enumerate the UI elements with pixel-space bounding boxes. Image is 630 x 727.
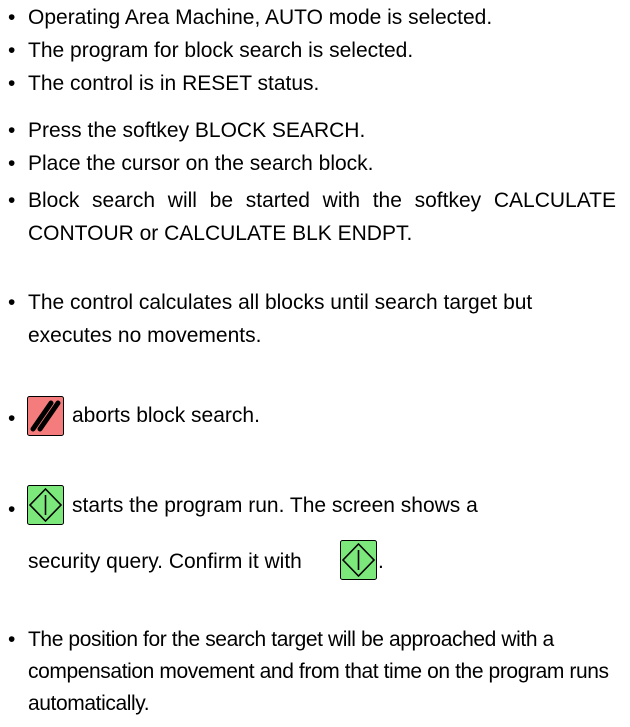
step-text: Press the softkey BLOCK SEARCH. [28, 119, 366, 142]
step-text: Place the cursor on the search block. [28, 152, 374, 175]
bullet: • [8, 407, 16, 430]
bullet: • [8, 498, 16, 521]
start-key-text-line1: starts the program run. The screen shows… [72, 494, 478, 517]
start-key-item: • starts the program run. The screen sho… [8, 485, 616, 595]
cycle-start-icon [27, 485, 64, 525]
reset-key-text: aborts block search. [72, 404, 260, 427]
final-step-item: • The position for the search target wil… [8, 624, 616, 720]
bullet: • [8, 189, 16, 212]
reset-slash-icon [27, 396, 64, 436]
document-page: { "bullet_char": "•", "colors": { "reset… [0, 0, 630, 727]
prerequisite-item: • The control is in RESET status. [8, 71, 616, 96]
prerequisite-item: • Operating Area Machine, AUTO mode is s… [8, 5, 616, 30]
bullet: • [8, 119, 16, 142]
bullet: • [8, 152, 16, 175]
step-item: • Place the cursor on the search block. [8, 151, 616, 176]
step-item: • Block search will be started with the … [8, 184, 616, 250]
start-key-text-line2: security query. Confirm it with [28, 550, 302, 573]
prerequisite-text: The control is in RESET status. [28, 72, 320, 95]
bullet: • [8, 39, 16, 62]
bullet: • [8, 291, 16, 314]
final-step-text: The position for the search target will … [28, 628, 609, 715]
bullet: • [8, 72, 16, 95]
step-item: • The control calculates all blocks unti… [8, 286, 616, 352]
reset-key-item: • aborts block search. [8, 396, 616, 436]
prerequisite-item: • The program for block search is select… [8, 38, 616, 63]
bullet: • [8, 6, 16, 29]
step-text: Block search will be started with the so… [28, 189, 616, 245]
prerequisite-text: Operating Area Machine, AUTO mode is sel… [28, 6, 493, 29]
cycle-start-icon [340, 540, 377, 580]
period: . [378, 550, 384, 573]
bullet: • [8, 628, 15, 651]
prerequisite-text: The program for block search is selected… [28, 39, 414, 62]
step-item: • Press the softkey BLOCK SEARCH. [8, 118, 616, 143]
step-text: The control calculates all blocks until … [28, 291, 533, 347]
